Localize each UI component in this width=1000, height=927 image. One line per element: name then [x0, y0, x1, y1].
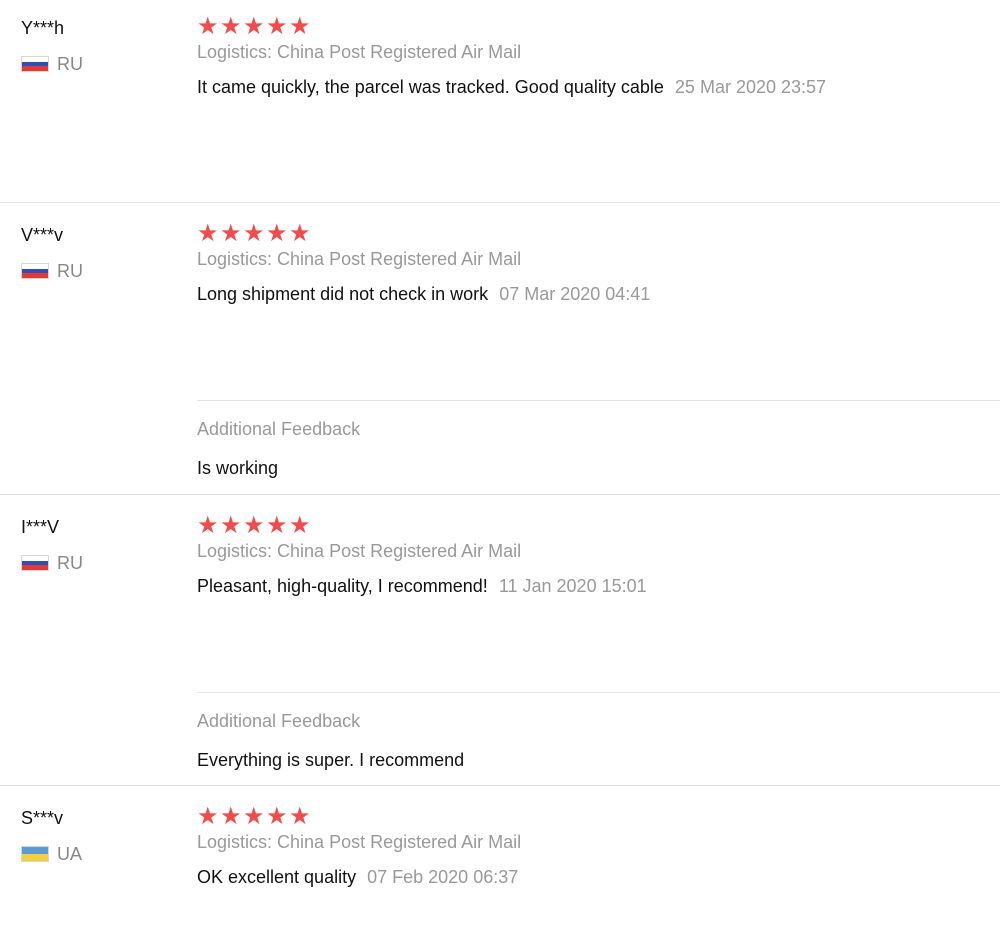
star-icon: ★	[289, 511, 311, 539]
additional-feedback-text: Is working	[197, 458, 279, 478]
logistics-info: Logistics: China Post Registered Air Mai…	[197, 249, 522, 269]
russia-flag-icon	[21, 56, 49, 72]
feedback-text: Pleasant, high-quality, I recommend!	[197, 576, 488, 596]
star-rating: ★ ★ ★ ★ ★	[197, 801, 312, 831]
star-icon: ★	[220, 12, 242, 40]
additional-feedback-title: Additional Feedback	[197, 711, 361, 731]
russia-flag-icon	[21, 263, 49, 279]
feedback-date: 11 Jan 2020 15:01	[498, 576, 647, 596]
buyer-name: S***v	[21, 808, 64, 828]
feedback-line: Long shipment did not check in work 07 M…	[197, 284, 650, 305]
buyer-country: RU	[21, 261, 83, 281]
buyer-name: I***V	[21, 517, 60, 537]
star-rating: ★ ★ ★ ★ ★	[197, 510, 312, 540]
ukraine-flag-icon	[21, 846, 49, 862]
star-icon: ★	[243, 511, 265, 539]
star-icon: ★	[266, 219, 288, 247]
feedback-line: Pleasant, high-quality, I recommend! 11 …	[197, 576, 647, 597]
review-divider	[0, 494, 1000, 495]
feedback-line: OK excellent quality 07 Feb 2020 06:37	[197, 867, 518, 888]
country-code: UA	[57, 843, 83, 864]
country-code: RU	[57, 53, 83, 74]
star-icon: ★	[289, 802, 311, 830]
star-icon: ★	[197, 12, 219, 40]
feedback-line: It came quickly, the parcel was tracked.…	[197, 77, 826, 98]
logistics-info: Logistics: China Post Registered Air Mai…	[197, 42, 522, 62]
logistics-info: Logistics: China Post Registered Air Mai…	[197, 832, 522, 852]
star-icon: ★	[266, 802, 288, 830]
star-icon: ★	[197, 802, 219, 830]
review-divider	[0, 785, 1000, 786]
additional-feedback-divider	[197, 400, 1000, 401]
star-icon: ★	[220, 802, 242, 830]
feedback-date: 25 Mar 2020 23:57	[674, 77, 827, 97]
feedback-text: It came quickly, the parcel was tracked.…	[197, 77, 664, 97]
russia-flag-icon	[21, 555, 49, 571]
feedback-text: OK excellent quality	[197, 867, 357, 887]
buyer-country: RU	[21, 54, 83, 74]
star-icon: ★	[243, 802, 265, 830]
star-icon: ★	[197, 511, 219, 539]
additional-feedback-divider	[197, 692, 1000, 693]
star-icon: ★	[266, 511, 288, 539]
country-code: RU	[57, 552, 83, 573]
buyer-name: Y***h	[21, 18, 65, 38]
buyer-name: V***v	[21, 225, 64, 245]
star-rating: ★ ★ ★ ★ ★	[197, 218, 312, 248]
star-icon: ★	[243, 219, 265, 247]
additional-feedback-title: Additional Feedback	[197, 419, 361, 439]
review-divider	[0, 202, 1000, 203]
country-code: RU	[57, 260, 83, 281]
feedback-text: Long shipment did not check in work	[197, 284, 489, 304]
buyer-country: RU	[21, 553, 83, 573]
star-icon: ★	[243, 12, 265, 40]
star-icon: ★	[266, 12, 288, 40]
star-icon: ★	[220, 511, 242, 539]
additional-feedback-text: Everything is super. I recommend	[197, 750, 465, 770]
star-icon: ★	[197, 219, 219, 247]
feedback-date: 07 Mar 2020 04:41	[499, 284, 651, 304]
star-icon: ★	[289, 219, 311, 247]
buyer-country: UA	[21, 844, 82, 864]
star-icon: ★	[220, 219, 242, 247]
star-rating: ★ ★ ★ ★ ★	[197, 11, 312, 41]
star-icon: ★	[289, 12, 311, 40]
logistics-info: Logistics: China Post Registered Air Mai…	[197, 541, 522, 561]
feedback-date: 07 Feb 2020 06:37	[367, 867, 519, 887]
